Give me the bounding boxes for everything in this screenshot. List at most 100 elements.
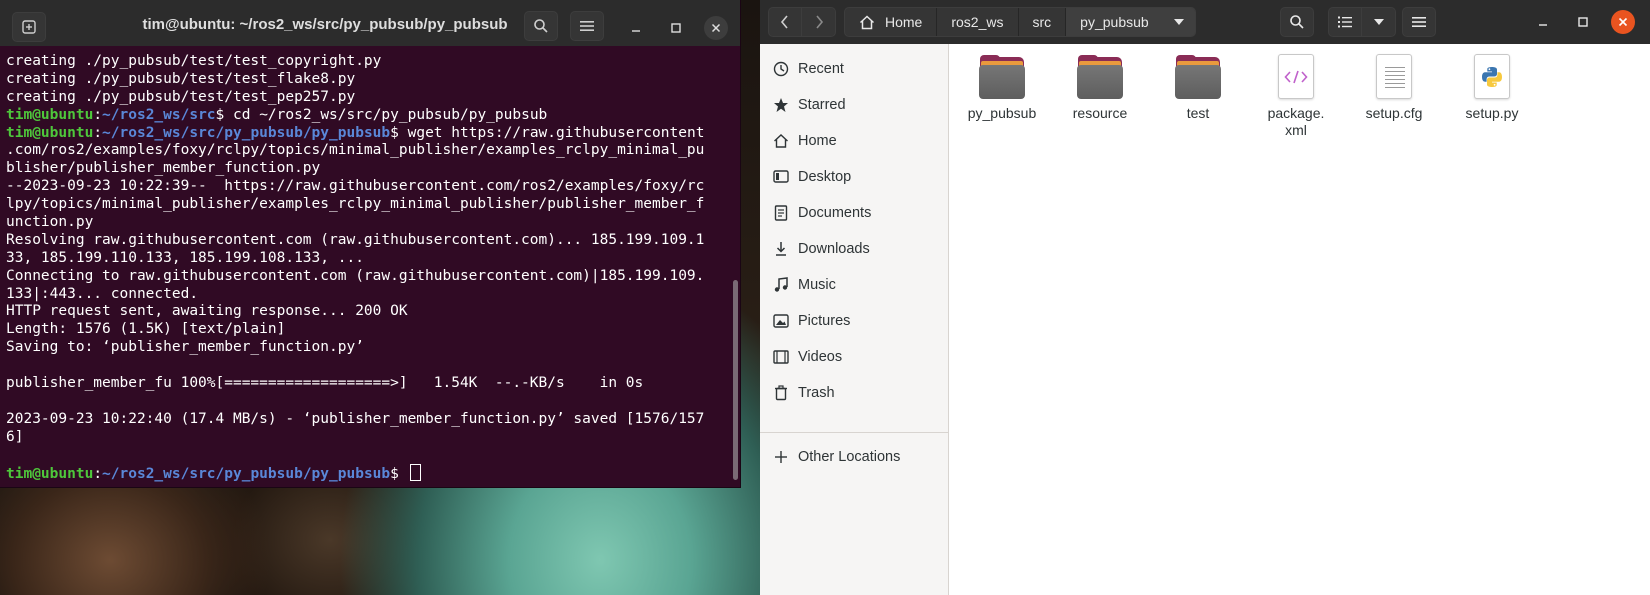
sidebar-item-label: Other Locations <box>798 449 901 465</box>
list-view-button[interactable] <box>1328 7 1362 37</box>
sidebar-item-music[interactable]: Music <box>760 267 949 303</box>
sidebar-item-label: Recent <box>798 61 844 77</box>
text-file-icon <box>1370 53 1418 101</box>
file-item[interactable]: package. xml <box>1251 53 1341 139</box>
sidebar-item-starred[interactable]: Starred <box>760 87 949 123</box>
file-name: setup.cfg <box>1365 105 1423 121</box>
home-icon <box>859 14 875 29</box>
breadcrumb-label: ros2_ws <box>951 14 1004 30</box>
terminal-output-line: unction.py <box>6 214 94 231</box>
breadcrumb-dropdown-button[interactable] <box>1162 8 1195 36</box>
terminal-prompt-line: tim@ubuntu:~/ros2_ws/src/py_pubsub/py_pu… <box>6 464 734 482</box>
sidebar-item-trash[interactable]: Trash <box>760 375 949 411</box>
search-icon <box>534 19 548 33</box>
terminal-scrollbar[interactable] <box>733 280 738 480</box>
terminal-output-line: 133|:443... connected. <box>6 285 199 302</box>
terminal-header-bar: tim@ubuntu: ~/ros2_ws/src/py_pubsub/py_p… <box>0 0 740 46</box>
sidebar-item-label: Videos <box>798 349 843 365</box>
places-sidebar: Recent Starred Home Desktop Documents Do… <box>760 44 949 595</box>
breadcrumb-py-pubsub[interactable]: py_pubsub <box>1066 8 1163 36</box>
breadcrumb-label: Home <box>885 14 923 30</box>
prompt-symbol: $ <box>215 106 234 123</box>
menu-button-group <box>1402 7 1436 37</box>
sidebar-item-label: Music <box>798 277 836 293</box>
navigation-buttons <box>768 7 836 37</box>
star-icon <box>774 98 788 112</box>
folder-item[interactable]: py_pubsub <box>957 53 1047 122</box>
plus-icon <box>775 451 787 463</box>
terminal-output-line: 33, 185.199.110.133, 185.199.108.133, ..… <box>6 249 364 266</box>
sidebar-item-downloads[interactable]: Downloads <box>760 231 949 267</box>
document-icon <box>774 205 788 221</box>
prompt-user: tim@ubuntu <box>6 124 94 141</box>
file-name: test <box>1186 105 1210 121</box>
file-manager-window[interactable]: Home ros2_ws src py_pubsub Recent Starre… <box>760 0 1650 595</box>
sidebar-item-label: Home <box>798 133 837 149</box>
search-button[interactable] <box>1280 7 1314 37</box>
maximize-icon <box>671 23 681 33</box>
list-view-icon <box>1338 16 1352 28</box>
prompt-user: tim@ubuntu <box>6 106 94 123</box>
forward-button[interactable] <box>802 7 836 37</box>
close-icon <box>711 23 721 33</box>
back-button[interactable] <box>768 7 802 37</box>
terminal-close-button[interactable] <box>704 16 728 40</box>
terminal-output-line: Length: 1576 (1.5K) [text/plain] <box>6 321 286 338</box>
terminal-output[interactable]: creating ./py_pubsub/test/test_copyright… <box>6 53 734 482</box>
sidebar-item-home[interactable]: Home <box>760 123 949 159</box>
files-minimize-button[interactable] <box>1531 10 1555 34</box>
folder-icon <box>978 53 1026 101</box>
file-item[interactable]: setup.py <box>1447 53 1537 122</box>
terminal-window[interactable]: tim@ubuntu: ~/ros2_ws/src/py_pubsub/py_p… <box>0 0 740 487</box>
terminal-output-line: publisher_member_fu 100%[===============… <box>6 375 644 392</box>
file-item[interactable]: setup.cfg <box>1349 53 1439 122</box>
terminal-search-button[interactable] <box>524 11 558 41</box>
python-file-icon <box>1468 53 1516 101</box>
files-close-button[interactable] <box>1611 10 1635 34</box>
terminal-output-line: creating ./py_pubsub/test/test_copyright… <box>6 53 382 69</box>
main-menu-button[interactable] <box>1402 7 1436 37</box>
trash-icon <box>775 385 787 401</box>
folder-item[interactable]: test <box>1153 53 1243 122</box>
terminal-prompt-line: tim@ubuntu:~/ros2_ws/src/py_pubsub/py_pu… <box>6 125 734 143</box>
terminal-output-line: 2023-09-23 10:22:40 (17.4 MB/s) - ‘publi… <box>6 410 705 427</box>
download-icon <box>776 242 786 256</box>
breadcrumb-src[interactable]: src <box>1019 8 1067 36</box>
folder-item[interactable]: resource <box>1055 53 1145 122</box>
caret-down-icon <box>1373 19 1384 25</box>
sidebar-divider <box>760 432 949 433</box>
clock-icon <box>773 61 789 77</box>
chevron-right-icon <box>815 15 823 29</box>
sidebar-item-label: Documents <box>798 205 872 221</box>
breadcrumb: Home ros2_ws src py_pubsub <box>844 7 1196 37</box>
terminal-menu-button[interactable] <box>570 11 604 41</box>
sidebar-item-videos[interactable]: Videos <box>760 339 949 375</box>
breadcrumb-label: src <box>1032 14 1052 30</box>
breadcrumb-home[interactable]: Home <box>845 8 938 36</box>
xml-file-icon <box>1272 53 1320 101</box>
prompt-symbol: $ <box>390 124 408 141</box>
file-name: setup.py <box>1465 105 1519 121</box>
view-options-button[interactable] <box>1362 7 1396 37</box>
sidebar-item-desktop[interactable]: Desktop <box>760 159 949 195</box>
sidebar-item-label: Starred <box>798 97 846 113</box>
sidebar-item-documents[interactable]: Documents <box>760 195 949 231</box>
breadcrumb-ros2-ws[interactable]: ros2_ws <box>937 8 1019 36</box>
minimize-icon <box>632 30 640 32</box>
terminal-output-line: creating ./py_pubsub/test/test_flake8.py <box>6 70 356 87</box>
terminal-minimize-button[interactable] <box>624 16 648 40</box>
terminal-output-line: lpy/topics/minimal_publisher/examples_rc… <box>6 196 705 213</box>
folder-icon <box>1076 53 1124 101</box>
sidebar-item-recent[interactable]: Recent <box>760 51 949 87</box>
music-icon <box>774 277 788 292</box>
sidebar-item-pictures[interactable]: Pictures <box>760 303 949 339</box>
desktop-icon <box>773 170 789 183</box>
chevron-left-icon <box>780 15 788 29</box>
sidebar-item-other-locations[interactable]: Other Locations <box>760 439 949 475</box>
terminal-maximize-button[interactable] <box>664 16 688 40</box>
files-maximize-button[interactable] <box>1571 10 1595 34</box>
search-icon <box>1290 15 1304 29</box>
prompt-path: ~/ros2_ws/src <box>102 106 216 123</box>
view-button-group <box>1328 7 1396 37</box>
